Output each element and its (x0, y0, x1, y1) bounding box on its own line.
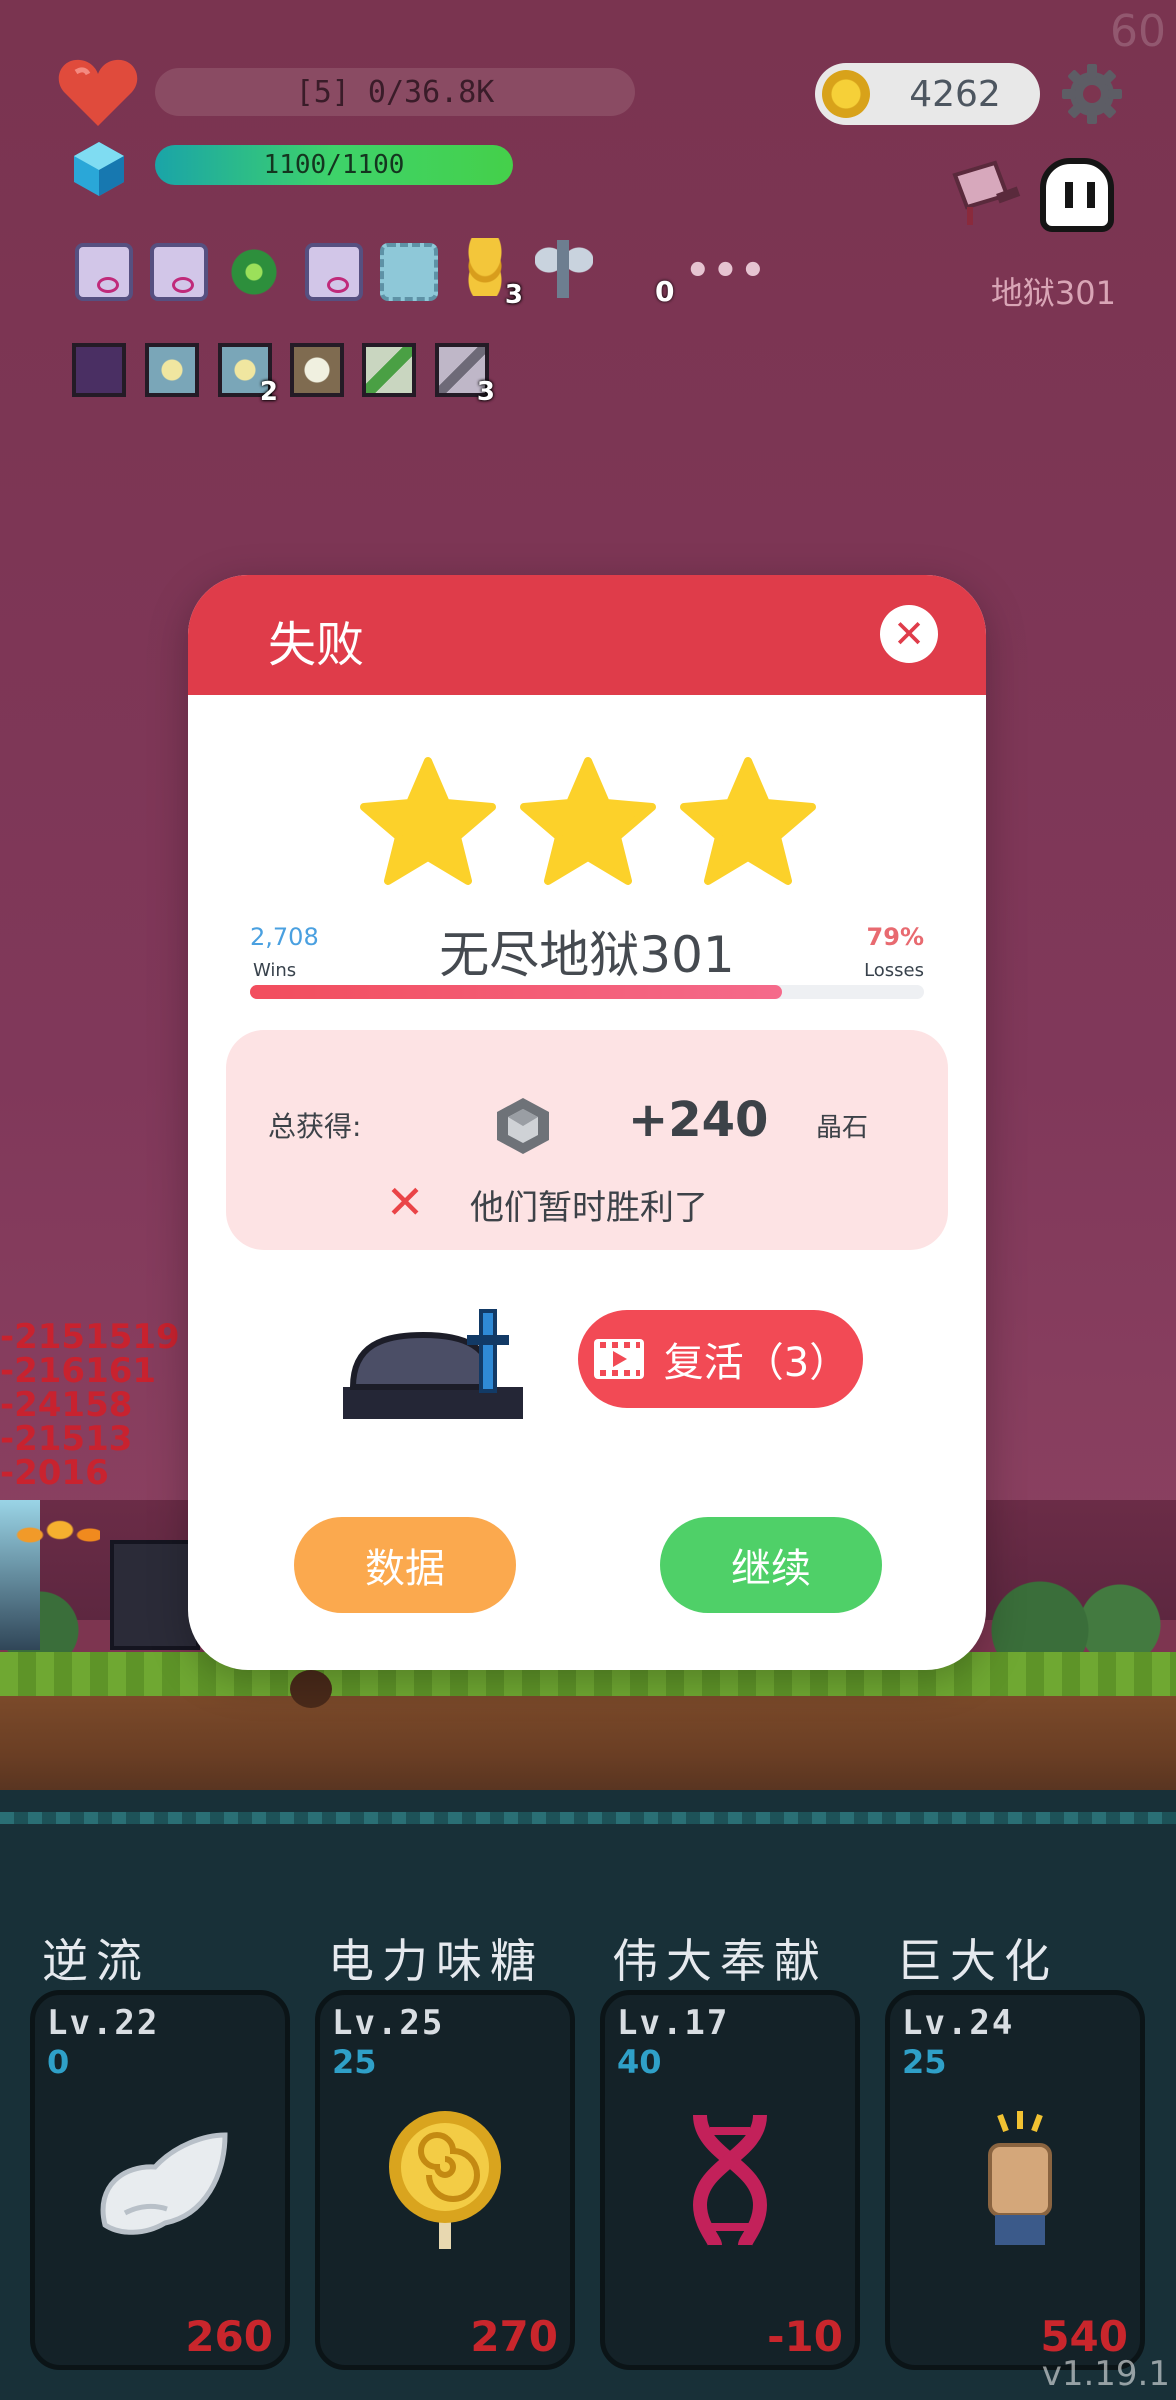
gold-coins-icon[interactable]: 3 (455, 238, 523, 310)
demon-relic-icon[interactable] (72, 343, 126, 397)
crystal-icon (497, 1098, 549, 1154)
skill-card[interactable]: Lv.24 25 540 (885, 1990, 1145, 2370)
gear-icon[interactable] (1060, 62, 1124, 126)
skill-value: -10 (767, 2312, 843, 2361)
lollipop-icon (389, 2111, 501, 2249)
skill-cost: 25 (902, 2043, 947, 2081)
skill-name: 伟大奉献 (612, 1934, 828, 1988)
defeat-dialog: 失败 ✕ 2,708 Wins 无尽地狱301 79% Losses 总获得: … (188, 575, 986, 1670)
defeat-message: 他们暂时胜利了 (470, 1188, 708, 1228)
relic-count-badge: 2 (259, 377, 278, 407)
ghost-eye (1065, 182, 1073, 208)
heart-icon (58, 59, 138, 126)
mode-title: 无尽地狱301 (439, 926, 735, 984)
loss-bar-fill (250, 985, 783, 999)
fist-icon (988, 2111, 1052, 2245)
skill-name: 电力味糖 (328, 1934, 544, 1988)
buff-counter: 0 (655, 275, 675, 308)
ghost-icon[interactable] (1040, 158, 1114, 232)
coin-icon (822, 70, 870, 118)
more-buffs-button[interactable]: ••• (685, 248, 768, 294)
enemy-sprite (110, 1540, 200, 1650)
wins-count: 2,708 (250, 923, 319, 951)
cleaver-icon[interactable] (945, 155, 1025, 235)
skill-value: 270 (470, 2312, 558, 2361)
blade-relic-icon[interactable]: 3 (435, 343, 495, 407)
loss-percentage: 79% (866, 923, 924, 951)
skill-level: Lv.25 (332, 2003, 445, 2043)
star-icon (520, 757, 656, 885)
video-icon (593, 1339, 644, 1379)
acorn-sprite (290, 1670, 332, 1708)
reward-label: 总获得: (268, 1110, 362, 1143)
skill-level: Lv.22 (47, 2003, 160, 2043)
blue-frame-icon[interactable] (380, 243, 438, 301)
reward-amount: +240 (628, 1092, 769, 1148)
lightbulb-relic-icon[interactable]: 2 (218, 343, 278, 407)
cross-icon: ✕ (385, 1175, 425, 1229)
sun-relic-icon[interactable] (290, 343, 344, 397)
leaf-relic-icon[interactable] (362, 343, 416, 397)
relic-count-badge: 3 (476, 377, 495, 407)
biohazard-icon[interactable] (225, 243, 283, 301)
skill-name: 逆流 (42, 1934, 150, 1988)
battle-axe-icon[interactable] (535, 240, 593, 298)
hp-bar: [5] 0/36.8K (155, 68, 635, 116)
dialog-title: 失败 (268, 617, 365, 673)
skill-level: Lv.17 (617, 2003, 730, 2043)
close-icon: ✕ (893, 612, 925, 656)
continue-button[interactable]: 继续 (660, 1517, 882, 1613)
star-icon (360, 757, 496, 885)
mana-bar: 1100/1100 (155, 145, 513, 185)
coin-value: 4262 (909, 73, 1001, 115)
lightbulb-relic-icon[interactable] (145, 343, 199, 397)
dna-icon (692, 2114, 768, 2247)
star-icon (680, 757, 816, 885)
skill-cost: 25 (332, 2043, 377, 2081)
ghost-eye (1087, 182, 1095, 208)
revive-label: 复活（3） (663, 1340, 850, 1386)
loss-label: Losses (864, 960, 924, 981)
skill-card[interactable]: Lv.25 25 270 (315, 1990, 575, 2370)
skill-card[interactable]: Lv.17 40 -10 (600, 1990, 860, 2370)
tombstone-icon (343, 1309, 523, 1419)
wing-icon (100, 2132, 228, 2235)
mana-gem-icon (74, 142, 124, 196)
fps-counter: 60 (1110, 6, 1166, 57)
buff-count-badge: 3 (504, 280, 523, 310)
stats-button[interactable]: 数据 (294, 1517, 516, 1613)
skill-name: 巨大化 (896, 1934, 1058, 1988)
scroll-icon[interactable] (75, 243, 133, 301)
revive-button[interactable]: 复活（3） (578, 1310, 863, 1408)
skill-cost: 40 (617, 2043, 662, 2081)
scroll-icon[interactable] (305, 243, 363, 301)
skill-card[interactable]: Lv.22 0 260 (30, 1990, 290, 2370)
skill-cost: 0 (47, 2043, 70, 2081)
wins-label: Wins (253, 960, 297, 981)
skill-value: 260 (185, 2312, 273, 2361)
damage-numbers: -2151519 -216161 -24158 -21513 -2016 (0, 1320, 180, 1493)
close-button[interactable]: ✕ (880, 605, 938, 663)
water-edge (0, 1812, 1176, 1824)
skill-level: Lv.24 (902, 2003, 1015, 2043)
level-label: 地狱301 (990, 274, 1116, 312)
scroll-icon[interactable] (150, 243, 208, 301)
reward-unit: 晶石 (816, 1113, 869, 1143)
version-label: v1.19.1 (1041, 2354, 1170, 2394)
